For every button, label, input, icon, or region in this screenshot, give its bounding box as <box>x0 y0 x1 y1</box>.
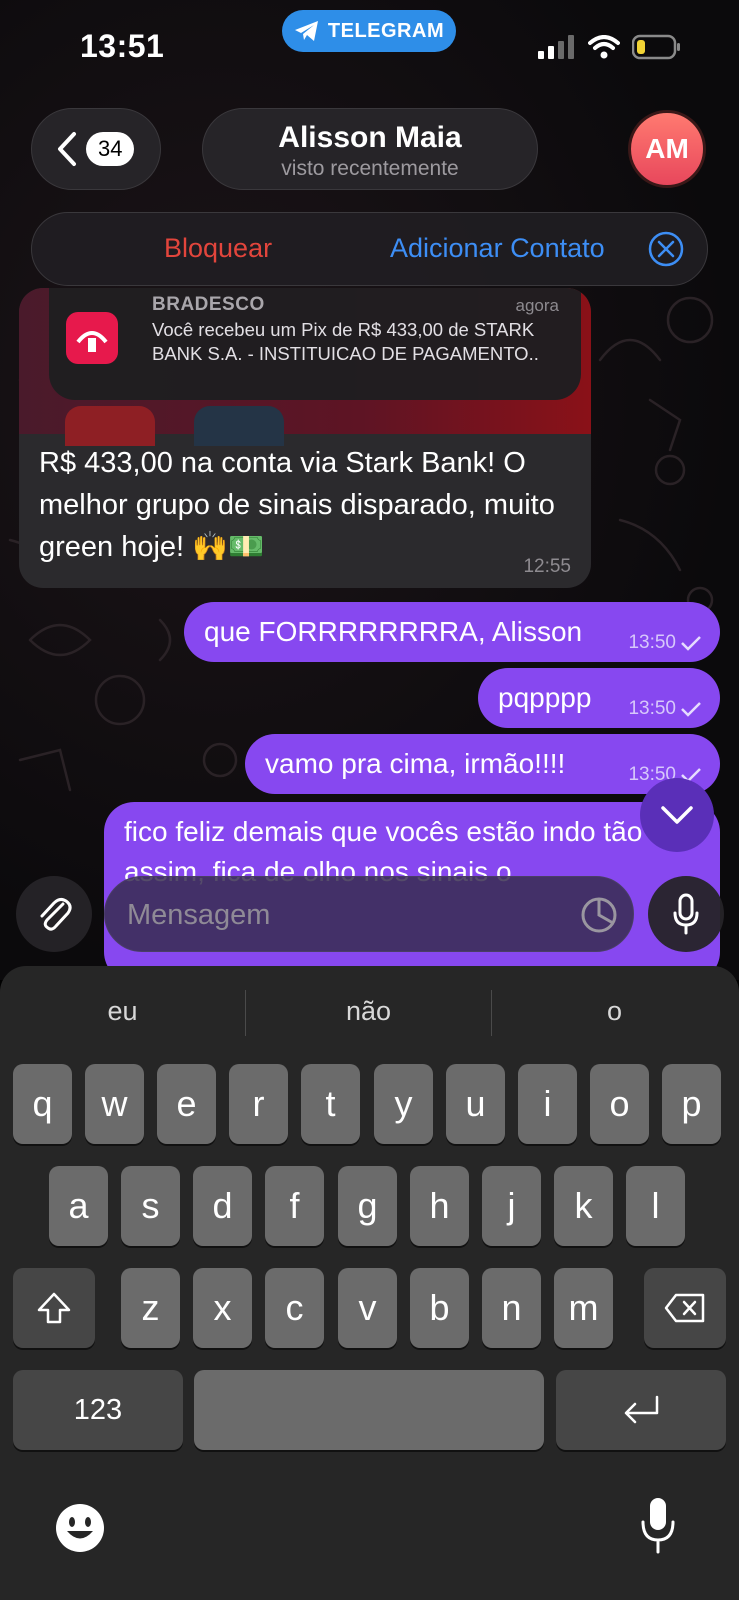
wifi-icon <box>588 35 620 59</box>
paperclip-icon <box>40 897 72 931</box>
status-time: 13:51 <box>80 28 165 64</box>
shift-key[interactable] <box>13 1268 95 1348</box>
sticker-icon[interactable] <box>579 895 619 935</box>
message-input-container[interactable] <box>104 876 634 952</box>
outgoing-message[interactable]: que FORRRRRRRRA, Alisson 13:50 <box>184 602 720 662</box>
telegram-icon <box>294 21 318 41</box>
key-r[interactable]: r <box>229 1064 288 1144</box>
notification-time: agora <box>515 296 559 315</box>
bradesco-logo-icon <box>66 312 118 364</box>
key-f[interactable]: f <box>265 1166 324 1246</box>
message-meta: 13:50 <box>628 698 702 720</box>
telegram-return-pill[interactable]: TELEGRAM <box>282 10 456 52</box>
key-g[interactable]: g <box>338 1166 397 1246</box>
key-j[interactable]: j <box>482 1166 541 1246</box>
outgoing-message[interactable]: pqpppp 13:50 <box>478 668 720 728</box>
outgoing-message-text: pqpppp <box>498 682 592 713</box>
attach-button[interactable] <box>16 876 92 952</box>
microphone-icon <box>673 893 699 935</box>
key-n[interactable]: n <box>482 1268 541 1348</box>
key-h[interactable]: h <box>410 1166 469 1246</box>
message-time: 13:50 <box>628 632 676 653</box>
block-button[interactable]: Bloquear <box>164 233 272 264</box>
battery-icon <box>632 34 680 60</box>
status-icons <box>538 34 682 60</box>
shift-icon <box>37 1292 71 1324</box>
key-v[interactable]: v <box>338 1268 397 1348</box>
contact-name: Alisson Maia <box>278 121 462 154</box>
return-key[interactable] <box>556 1370 726 1450</box>
chat-title-button[interactable]: Alisson Maia visto recentemente <box>202 108 538 190</box>
space-key[interactable] <box>194 1370 544 1450</box>
contact-action-bar: Bloquear Adicionar Contato <box>31 212 708 286</box>
keyboard: eu não o q w e r t y u i o p a s d f g h… <box>0 966 739 1600</box>
key-c[interactable]: c <box>265 1268 324 1348</box>
message-meta: 13:50 <box>628 632 702 654</box>
outgoing-message-text: vamo pra cima, irmão!!!! <box>265 748 566 779</box>
incoming-message-time: 12:55 <box>523 556 571 577</box>
key-t[interactable]: t <box>301 1064 360 1144</box>
suggestion-item[interactable]: não <box>246 996 491 1027</box>
unread-count-badge: 34 <box>86 132 135 166</box>
key-x[interactable]: x <box>193 1268 252 1348</box>
notification-app: BRADESCO <box>152 294 265 315</box>
read-check-icon <box>681 636 701 651</box>
contact-status: visto recentemente <box>281 157 459 180</box>
backspace-key[interactable] <box>644 1268 726 1348</box>
outgoing-message[interactable]: vamo pra cima, irmão!!!! 13:50 <box>245 734 720 794</box>
key-k[interactable]: k <box>554 1166 613 1246</box>
key-p[interactable]: p <box>662 1064 721 1144</box>
incoming-message[interactable]: BRADESCO agora Você recebeu um Pix de R$… <box>19 288 591 588</box>
chevron-left-icon <box>58 132 76 166</box>
app-tile <box>194 406 284 446</box>
message-photo[interactable]: BRADESCO agora Você recebeu um Pix de R$… <box>19 288 591 446</box>
key-o[interactable]: o <box>590 1064 649 1144</box>
suggestion-item[interactable]: o <box>492 996 737 1027</box>
message-time: 13:50 <box>628 698 676 719</box>
scroll-to-bottom-button[interactable] <box>640 778 714 852</box>
key-w[interactable]: w <box>85 1064 144 1144</box>
key-e[interactable]: e <box>157 1064 216 1144</box>
incoming-message-text: R$ 433,00 na conta via Stark Bank! O mel… <box>39 447 555 563</box>
return-icon <box>624 1395 659 1424</box>
numbers-key[interactable]: 123 <box>13 1370 183 1450</box>
key-s[interactable]: s <box>121 1166 180 1246</box>
key-m[interactable]: m <box>554 1268 613 1348</box>
key-b[interactable]: b <box>410 1268 469 1348</box>
key-a[interactable]: a <box>49 1166 108 1246</box>
emoji-icon[interactable] <box>54 1502 106 1554</box>
message-input[interactable] <box>127 895 547 935</box>
key-d[interactable]: d <box>193 1166 252 1246</box>
dictation-icon[interactable] <box>640 1496 676 1556</box>
voice-message-button[interactable] <box>648 876 724 952</box>
notification-body: Você recebeu um Pix de R$ 433,00 de STAR… <box>152 319 539 364</box>
backspace-icon <box>664 1293 705 1323</box>
telegram-pill-label: TELEGRAM <box>327 19 445 42</box>
add-contact-button[interactable]: Adicionar Contato <box>390 233 605 264</box>
close-circle-icon[interactable] <box>647 230 685 268</box>
key-l[interactable]: l <box>626 1166 685 1246</box>
signal-icon <box>538 35 574 59</box>
key-z[interactable]: z <box>121 1268 180 1348</box>
suggestion-item[interactable]: eu <box>0 996 245 1027</box>
app-tile <box>65 406 155 446</box>
bank-notification: BRADESCO agora Você recebeu um Pix de R$… <box>49 288 581 400</box>
key-i[interactable]: i <box>518 1064 577 1144</box>
chevron-down-icon <box>661 806 693 824</box>
key-q[interactable]: q <box>13 1064 72 1144</box>
key-u[interactable]: u <box>446 1064 505 1144</box>
read-check-icon <box>681 702 701 717</box>
avatar[interactable]: AM <box>628 110 706 188</box>
back-button[interactable]: 34 <box>31 108 161 190</box>
outgoing-message-text: que FORRRRRRRRA, Alisson <box>204 616 583 647</box>
key-y[interactable]: y <box>374 1064 433 1144</box>
